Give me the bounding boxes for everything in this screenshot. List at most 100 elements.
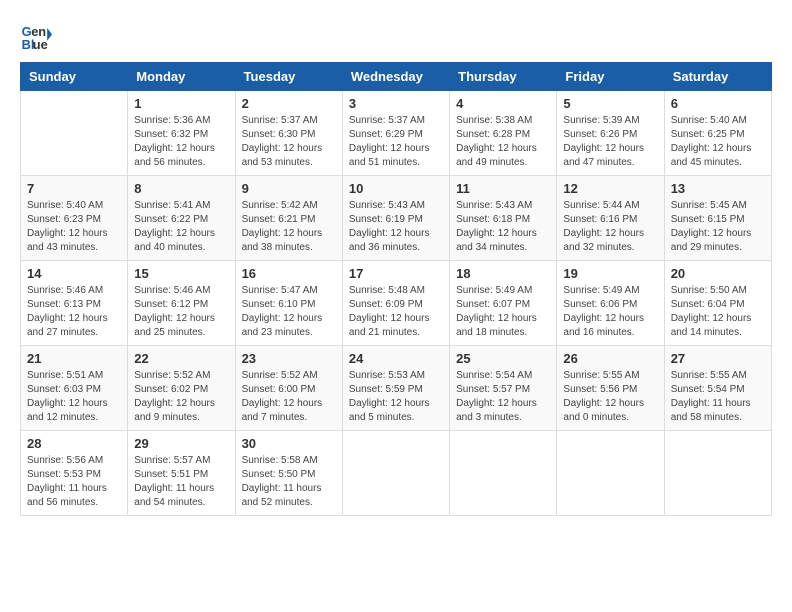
- calendar-header-row: SundayMondayTuesdayWednesdayThursdayFrid…: [21, 63, 772, 91]
- calendar-cell: 16 Sunrise: 5:47 AM Sunset: 6:10 PM Dayli…: [235, 261, 342, 346]
- calendar-body: 1 Sunrise: 5:36 AM Sunset: 6:32 PM Daylig…: [21, 91, 772, 516]
- day-of-week-header: Friday: [557, 63, 664, 91]
- day-number: 15: [134, 266, 228, 281]
- day-info: Sunrise: 5:37 AM Sunset: 6:30 PM Dayligh…: [242, 114, 336, 170]
- day-info: Sunrise: 5:53 AM Sunset: 5:59 PM Dayligh…: [349, 369, 443, 425]
- day-info: Sunrise: 5:45 AM Sunset: 6:15 PM Dayligh…: [671, 199, 765, 255]
- day-number: 16: [242, 266, 336, 281]
- day-number: 27: [671, 351, 765, 366]
- day-info: Sunrise: 5:48 AM Sunset: 6:09 PM Dayligh…: [349, 284, 443, 340]
- calendar-cell: 12 Sunrise: 5:44 AM Sunset: 6:16 PM Dayli…: [557, 176, 664, 261]
- calendar-cell: 29 Sunrise: 5:57 AM Sunset: 5:51 PM Dayli…: [128, 431, 235, 516]
- calendar-cell: 6 Sunrise: 5:40 AM Sunset: 6:25 PM Daylig…: [664, 91, 771, 176]
- day-info: Sunrise: 5:46 AM Sunset: 6:12 PM Dayligh…: [134, 284, 228, 340]
- calendar-cell: 23Sunrise: 5:52 AM Sunset: 6:00 PM Dayli…: [235, 346, 342, 431]
- calendar-cell: 10 Sunrise: 5:43 AM Sunset: 6:19 PM Dayli…: [342, 176, 449, 261]
- day-number: 23: [242, 351, 336, 366]
- day-number: 8: [134, 181, 228, 196]
- calendar-cell: 11 Sunrise: 5:43 AM Sunset: 6:18 PM Dayli…: [450, 176, 557, 261]
- day-info: Sunrise: 5:37 AM Sunset: 6:29 PM Dayligh…: [349, 114, 443, 170]
- day-info: Sunrise: 5:41 AM Sunset: 6:22 PM Dayligh…: [134, 199, 228, 255]
- calendar-cell: 30Sunrise: 5:58 AM Sunset: 5:50 PM Dayli…: [235, 431, 342, 516]
- day-number: 26: [563, 351, 657, 366]
- calendar-cell: 5 Sunrise: 5:39 AM Sunset: 6:26 PM Daylig…: [557, 91, 664, 176]
- day-info: Sunrise: 5:57 AM Sunset: 5:51 PM Dayligh…: [134, 454, 228, 510]
- calendar-cell: 15 Sunrise: 5:46 AM Sunset: 6:12 PM Dayli…: [128, 261, 235, 346]
- day-number: 6: [671, 96, 765, 111]
- day-of-week-header: Saturday: [664, 63, 771, 91]
- calendar-table: SundayMondayTuesdayWednesdayThursdayFrid…: [20, 62, 772, 516]
- day-number: 12: [563, 181, 657, 196]
- day-info: Sunrise: 5:56 AM Sunset: 5:53 PM Dayligh…: [27, 454, 121, 510]
- day-of-week-header: Sunday: [21, 63, 128, 91]
- day-number: 3: [349, 96, 443, 111]
- calendar-week-row: 14 Sunrise: 5:46 AM Sunset: 6:13 PM Dayli…: [21, 261, 772, 346]
- day-info: Sunrise: 5:55 AM Sunset: 5:54 PM Dayligh…: [671, 369, 765, 425]
- day-number: 17: [349, 266, 443, 281]
- calendar-cell: [664, 431, 771, 516]
- calendar-cell: 18 Sunrise: 5:49 AM Sunset: 6:07 PM Dayli…: [450, 261, 557, 346]
- day-info: Sunrise: 5:39 AM Sunset: 6:26 PM Dayligh…: [563, 114, 657, 170]
- calendar-cell: 2 Sunrise: 5:37 AM Sunset: 6:30 PM Daylig…: [235, 91, 342, 176]
- day-number: 4: [456, 96, 550, 111]
- calendar-week-row: 1 Sunrise: 5:36 AM Sunset: 6:32 PM Daylig…: [21, 91, 772, 176]
- day-of-week-header: Wednesday: [342, 63, 449, 91]
- calendar-cell: 19Sunrise: 5:49 AM Sunset: 6:06 PM Dayli…: [557, 261, 664, 346]
- day-info: Sunrise: 5:49 AM Sunset: 6:07 PM Dayligh…: [456, 284, 550, 340]
- day-info: Sunrise: 5:46 AM Sunset: 6:13 PM Dayligh…: [27, 284, 121, 340]
- day-info: Sunrise: 5:55 AM Sunset: 5:56 PM Dayligh…: [563, 369, 657, 425]
- day-of-week-header: Thursday: [450, 63, 557, 91]
- day-number: 29: [134, 436, 228, 451]
- logo: G en Bl ue: [20, 20, 56, 52]
- calendar-cell: 26 Sunrise: 5:55 AM Sunset: 5:56 PM Dayli…: [557, 346, 664, 431]
- calendar-cell: 27 Sunrise: 5:55 AM Sunset: 5:54 PM Dayli…: [664, 346, 771, 431]
- day-number: 2: [242, 96, 336, 111]
- calendar-cell: 4 Sunrise: 5:38 AM Sunset: 6:28 PM Daylig…: [450, 91, 557, 176]
- day-info: Sunrise: 5:40 AM Sunset: 6:23 PM Dayligh…: [27, 199, 121, 255]
- calendar-cell: 8 Sunrise: 5:41 AM Sunset: 6:22 PM Daylig…: [128, 176, 235, 261]
- calendar-cell: 21Sunrise: 5:51 AM Sunset: 6:03 PM Dayli…: [21, 346, 128, 431]
- calendar-cell: 28 Sunrise: 5:56 AM Sunset: 5:53 PM Dayli…: [21, 431, 128, 516]
- logo-icon: G en Bl ue: [20, 20, 52, 52]
- day-info: Sunrise: 5:36 AM Sunset: 6:32 PM Dayligh…: [134, 114, 228, 170]
- calendar-cell: 17 Sunrise: 5:48 AM Sunset: 6:09 PM Dayli…: [342, 261, 449, 346]
- day-number: 25: [456, 351, 550, 366]
- calendar-cell: [21, 91, 128, 176]
- day-number: 24: [349, 351, 443, 366]
- calendar-cell: 25 Sunrise: 5:54 AM Sunset: 5:57 PM Dayli…: [450, 346, 557, 431]
- day-info: Sunrise: 5:43 AM Sunset: 6:19 PM Dayligh…: [349, 199, 443, 255]
- day-info: Sunrise: 5:54 AM Sunset: 5:57 PM Dayligh…: [456, 369, 550, 425]
- day-info: Sunrise: 5:52 AM Sunset: 6:02 PM Dayligh…: [134, 369, 228, 425]
- day-number: 9: [242, 181, 336, 196]
- day-number: 11: [456, 181, 550, 196]
- day-number: 28: [27, 436, 121, 451]
- day-number: 18: [456, 266, 550, 281]
- page-header: G en Bl ue: [20, 20, 772, 52]
- day-number: 22: [134, 351, 228, 366]
- day-number: 13: [671, 181, 765, 196]
- day-info: Sunrise: 5:44 AM Sunset: 6:16 PM Dayligh…: [563, 199, 657, 255]
- day-number: 14: [27, 266, 121, 281]
- day-of-week-header: Tuesday: [235, 63, 342, 91]
- svg-text:ue: ue: [33, 37, 48, 52]
- calendar-cell: 3 Sunrise: 5:37 AM Sunset: 6:29 PM Daylig…: [342, 91, 449, 176]
- calendar-week-row: 7 Sunrise: 5:40 AM Sunset: 6:23 PM Daylig…: [21, 176, 772, 261]
- calendar-cell: 14 Sunrise: 5:46 AM Sunset: 6:13 PM Dayli…: [21, 261, 128, 346]
- day-info: Sunrise: 5:40 AM Sunset: 6:25 PM Dayligh…: [671, 114, 765, 170]
- day-info: Sunrise: 5:38 AM Sunset: 6:28 PM Dayligh…: [456, 114, 550, 170]
- calendar-cell: 1 Sunrise: 5:36 AM Sunset: 6:32 PM Daylig…: [128, 91, 235, 176]
- day-info: Sunrise: 5:43 AM Sunset: 6:18 PM Dayligh…: [456, 199, 550, 255]
- day-number: 1: [134, 96, 228, 111]
- calendar-cell: 20Sunrise: 5:50 AM Sunset: 6:04 PM Dayli…: [664, 261, 771, 346]
- day-number: 5: [563, 96, 657, 111]
- day-number: 10: [349, 181, 443, 196]
- day-info: Sunrise: 5:47 AM Sunset: 6:10 PM Dayligh…: [242, 284, 336, 340]
- day-info: Sunrise: 5:50 AM Sunset: 6:04 PM Dayligh…: [671, 284, 765, 340]
- calendar-cell: 24 Sunrise: 5:53 AM Sunset: 5:59 PM Dayli…: [342, 346, 449, 431]
- day-number: 21: [27, 351, 121, 366]
- calendar-cell: 13 Sunrise: 5:45 AM Sunset: 6:15 PM Dayli…: [664, 176, 771, 261]
- calendar-cell: 7 Sunrise: 5:40 AM Sunset: 6:23 PM Daylig…: [21, 176, 128, 261]
- day-number: 7: [27, 181, 121, 196]
- calendar-cell: 22 Sunrise: 5:52 AM Sunset: 6:02 PM Dayli…: [128, 346, 235, 431]
- calendar-cell: [557, 431, 664, 516]
